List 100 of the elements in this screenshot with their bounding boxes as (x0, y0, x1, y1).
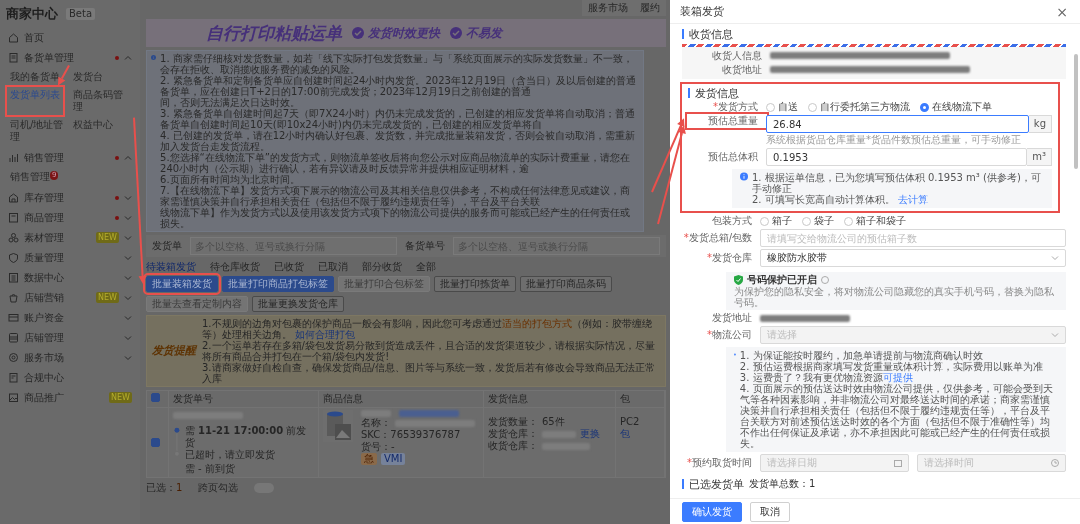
change-link[interactable]: 更换 (580, 428, 600, 440)
package-text: PC2 (620, 416, 641, 428)
radio-option[interactable]: 在线物流下单 (920, 101, 992, 114)
action-button[interactable]: 批量打印商品打包标签 (222, 276, 334, 292)
new-badge: NEW (96, 232, 119, 244)
target-icon (8, 352, 19, 364)
close-button[interactable]: × (1054, 4, 1070, 19)
input-field[interactable]: 0.1953 (766, 148, 1028, 167)
deadline-text: 需 11-21 17:00:00 前发货 (184, 425, 308, 449)
bar-chart-icon (8, 152, 19, 164)
arrival-text: 需 - 前到货 (184, 463, 236, 475)
scrollbar[interactable] (1074, 54, 1078, 169)
item-number-text: 货号：- (361, 441, 396, 453)
radio-option[interactable]: 箱子和袋子 (844, 215, 906, 228)
text-link[interactable]: 去计算 (897, 194, 928, 206)
annotation-arrow (58, 64, 70, 86)
nav-link[interactable]: 履约 (634, 0, 666, 16)
input-field[interactable]: 26.84 (766, 115, 1029, 134)
list-icon (8, 272, 19, 284)
note-text: 1. 为保证能按时履约，加急单请提前与物流商确认时效 (739, 350, 983, 362)
checkbox[interactable] (151, 438, 160, 447)
note-text: 4. 页面展示的预估送达时效由物流公司提供，仅供参考，可能会受到天气等各种因素影响，并非物流公司对最终送达时间的承诺；商家需谨慎决策并自行承担相关责任（包括但不限于履约违规责任等），平台及平台关联方对前述预估送达时效的各个方面（包括但不限于准确性等）均不作出任何保证及承诺，亦不承担因此可能或已经产生的任何责任或损失。 (739, 383, 1054, 450)
section-title: 收货信息 (689, 28, 733, 41)
note-text: 2. 可填写长宽高自动计算体积。 去计算 (752, 194, 929, 206)
clock-icon (1051, 459, 1059, 468)
document-icon (8, 212, 19, 224)
field-label: *预约取货时间 (686, 457, 753, 470)
new-badge: NEW (96, 292, 119, 304)
action-button[interactable]: 批量装箱发货 (146, 276, 218, 292)
app-title: 商家中心 (6, 6, 58, 22)
nav-link[interactable]: 服务市场 (582, 0, 634, 16)
sidebar-item[interactable]: 服务市场 (6, 347, 134, 368)
notice-text: 7.【在线物流下单】发货方式项下展示的物流公司及其相关信息仅供参考，不构成任何法律意见或建议，商家需谨慎决策并自行承担相关责任（包括但不限于履约违规责任等），平台及平台关联 (160, 185, 631, 207)
field-label: 预估总体积 (707, 151, 759, 164)
sidebar-item[interactable]: 销售管理 (6, 147, 134, 168)
notice-text: 6.页面所有时间均为北京时间。 (160, 174, 301, 185)
note-text: 3. 运费贵了？我有更优物流资源可提供 (739, 372, 913, 384)
field-label: 包装方式 (711, 215, 753, 228)
status-tab[interactable]: 待装箱发货 (146, 260, 196, 274)
field-label: *发货仓库 (706, 252, 753, 265)
cluster-icon (8, 232, 19, 244)
protection-title: 号码保护已开启 (747, 274, 817, 286)
section-marker (682, 479, 684, 490)
text-link[interactable]: 可提供 (882, 372, 913, 384)
radio-option[interactable]: 自行委托第三方物流 (808, 101, 910, 114)
column-header: 包 (616, 391, 665, 407)
beta-tag: Beta (66, 7, 96, 20)
cancel-button[interactable]: 取消 (750, 501, 790, 522)
hint-text: 系统根据货品仓库重量*货品件数预估总重量，可手动修正 (766, 134, 1022, 147)
skc-text: SKC：76539376787 (361, 429, 462, 441)
shield-icon (734, 275, 743, 286)
unit-label: m³ (1027, 148, 1052, 167)
radio-option[interactable]: 袋子 (802, 215, 834, 228)
shield-icon (8, 252, 19, 264)
action-button[interactable]: 批量更换发货仓库 (252, 296, 344, 312)
section-title: 发货信息 (695, 86, 739, 100)
field-label: *发货总箱/包数 (682, 232, 753, 245)
banner-feature: 不易发 (466, 25, 502, 41)
timeline-drawing (173, 425, 181, 459)
sidebar-item[interactable]: 店铺管理 (6, 327, 134, 348)
status-tab[interactable]: 已收货 (274, 260, 304, 274)
panel-icon (8, 332, 19, 344)
unit-label: kg (1028, 115, 1052, 134)
calendar-icon (894, 459, 902, 468)
checkbox[interactable] (151, 393, 160, 402)
tag: VMI (381, 453, 406, 465)
bag-icon (8, 292, 19, 304)
sidebar-item[interactable]: 素材管理 NEW (6, 227, 134, 248)
redacted-text (399, 410, 459, 417)
notice-text: 2. 紧急备货单和定制备货单应自创建时间起24小时内发货。2023年12月19日（含当日）及以后创建的普通备货单，应在创建日T+2日的17:00前完成发货；2023年12月19日之前创建的普通 (160, 75, 638, 97)
sidebar-subitem[interactable]: 发货台 (71, 69, 105, 84)
notice-text: 3. 紧急备货单自创建时间起7天（即7X24小时）内仍未完成发货的，已创建的相应发货单将自动取消；普通备货单自创建时间起10天(即10x24小时)内仍未完成发货的，已创建的相应发货单将自 (160, 108, 637, 130)
warehouse-icon (8, 192, 19, 204)
section-title: 已选发货单 (689, 478, 744, 491)
info-icon (151, 53, 157, 62)
notice-text: 5.您选择“在线物流下单”的发货方式，则物流单签收后将向您公示对应商品物流单的实际计费重量，请您在240小时内（公示期）进行确认，若有异议请及时反馈异常并提供相应证明材料，逾 (160, 152, 631, 174)
tag: 急 (361, 453, 377, 465)
count-text: 发货单总数：1 (749, 478, 816, 491)
package-link[interactable]: 包 (620, 428, 660, 440)
field-label: 预估总重量 (688, 115, 766, 128)
radio-option[interactable]: 箱子 (760, 215, 792, 228)
document-icon (8, 372, 19, 384)
drawer-title: 装箱发货 (680, 4, 724, 19)
sidebar-item[interactable]: 合规中心 (6, 367, 134, 388)
sidebar-item[interactable]: 首页 (6, 27, 134, 48)
help-icon (821, 276, 829, 285)
banner-feature: 发货时效更快 (368, 25, 440, 41)
confirm-button[interactable]: 确认发货 (682, 501, 742, 522)
select-field[interactable]: 橡胶防水胶带 (760, 249, 1066, 268)
radio-option[interactable]: 自送 (766, 101, 798, 114)
note-text: 2. 预估运费根据商家填写发货重量或体积计算，实际费用以账单为准 (739, 361, 1044, 373)
field-label: 发货地址 (711, 312, 753, 325)
sidebar-item[interactable]: 账户资金 (6, 307, 134, 328)
field-label: 收货人信息 (711, 49, 763, 62)
field-label: 发货数量： (488, 416, 538, 428)
help-link[interactable]: 如何合理打包 (295, 329, 356, 340)
card-icon (8, 312, 19, 324)
chevron-icon (1051, 254, 1059, 263)
section-marker (688, 87, 690, 98)
tips-title: 发货提醒 (152, 344, 196, 358)
